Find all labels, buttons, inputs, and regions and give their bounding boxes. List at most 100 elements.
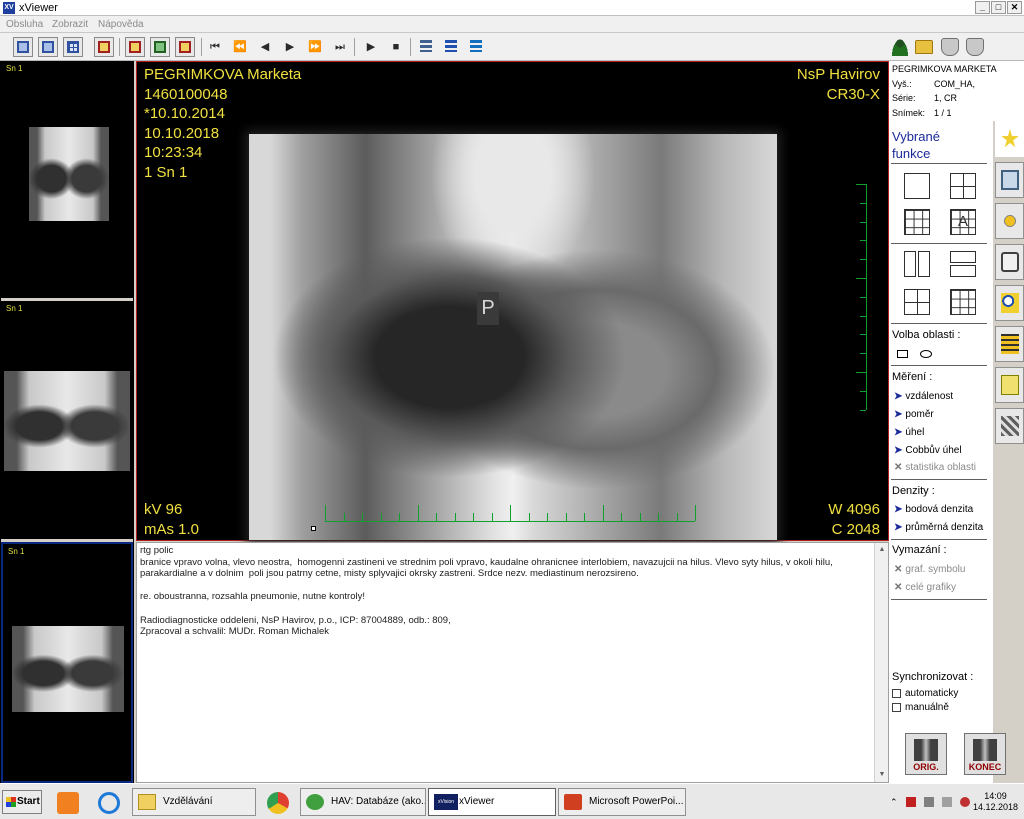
user-icon[interactable]: [891, 38, 909, 56]
measure-angle[interactable]: ➤ úhel: [894, 426, 924, 439]
prev-fast-icon[interactable]: ⏪: [232, 39, 248, 55]
clock[interactable]: 14:09 14.12.2018: [973, 791, 1018, 813]
tab-cine[interactable]: [995, 326, 1024, 362]
scroll-up-icon[interactable]: ▲: [877, 545, 887, 555]
tab-annotate[interactable]: [995, 367, 1024, 403]
layout-3-button[interactable]: [175, 37, 195, 57]
image-viewer[interactable]: P PEGRIMKOVA Marketa 1460100048 *10.10.2…: [136, 61, 889, 541]
start-button[interactable]: Start: [2, 790, 42, 814]
layout-col-left-button[interactable]: [904, 251, 916, 277]
tab-rotate[interactable]: [995, 244, 1024, 280]
density-average[interactable]: ➤ průměrná denzita: [894, 521, 983, 534]
stack-3-button[interactable]: [467, 37, 487, 57]
media-player-icon[interactable]: [57, 792, 79, 814]
sync-manual-checkbox[interactable]: [892, 703, 901, 712]
internet-explorer-icon[interactable]: [98, 792, 120, 814]
layout-2-button[interactable]: [150, 37, 170, 57]
volume-icon[interactable]: [942, 797, 952, 807]
tab-layout[interactable]: [995, 162, 1024, 198]
layout-1-button[interactable]: [125, 37, 145, 57]
folder-icon: [138, 794, 156, 810]
layout-2x2-alt-button[interactable]: [904, 289, 930, 315]
report-text[interactable]: rtg polic branice vpravo volna, vlevo ne…: [140, 545, 870, 638]
task-database[interactable]: HAV: Databáze (ako...: [300, 788, 426, 816]
thumbnail-label: Sn 1: [8, 547, 25, 556]
scale-tick: [860, 296, 866, 298]
density-point[interactable]: ➤ bodová denzita: [894, 503, 973, 516]
thumbnail-3-selected[interactable]: Sn 1: [1, 542, 133, 783]
layout-text-button[interactable]: A: [950, 209, 976, 235]
task-vzdelavani[interactable]: Vzdělávání: [132, 788, 256, 816]
report-edit-button[interactable]: [63, 37, 83, 57]
measure-cobb-angle[interactable]: ➤ Cobbův úhel: [894, 444, 962, 457]
first-image-icon[interactable]: ⏮: [207, 39, 223, 55]
menu-obsluha[interactable]: Obsluha: [6, 18, 43, 31]
flag-icon[interactable]: [960, 797, 970, 807]
layout-3x3-alt-button[interactable]: [950, 289, 976, 315]
last-image-icon[interactable]: ⏭: [332, 39, 348, 55]
scale-tick: [639, 513, 641, 521]
menu-zobrazit[interactable]: Zobrazit: [52, 18, 88, 31]
measure-distance[interactable]: ➤ vzdálenost: [894, 390, 953, 403]
report-panel[interactable]: rtg polic branice vpravo volna, vlevo ne…: [136, 542, 889, 783]
menu-napoveda[interactable]: Nápověda: [98, 18, 144, 31]
security-icon[interactable]: [941, 38, 959, 56]
tray-expand-icon[interactable]: ⌃: [890, 797, 900, 807]
scale-tick: [417, 505, 419, 521]
thumbnail-2[interactable]: Sn 1: [1, 301, 133, 538]
exit-button[interactable]: KONEC: [964, 733, 1006, 775]
close-button[interactable]: ✕: [1007, 1, 1022, 14]
arrow-icon: ➤: [894, 409, 903, 420]
layout-row-top-button[interactable]: [950, 251, 976, 263]
layout-col-right-button[interactable]: [918, 251, 930, 277]
layout-single-button[interactable]: [904, 173, 930, 199]
task-xviewer[interactable]: xVision xViewer: [428, 788, 556, 816]
tab-favorites[interactable]: [995, 121, 1024, 157]
rectangle-region-icon[interactable]: [897, 350, 908, 358]
thumbnail-1[interactable]: Sn 1: [1, 61, 133, 297]
resize-handle[interactable]: [311, 526, 316, 531]
security-alt-icon[interactable]: [966, 38, 984, 56]
next-fast-icon[interactable]: ⏩: [307, 39, 323, 55]
divider: [891, 163, 987, 164]
prev-image-icon[interactable]: ◀: [257, 39, 273, 55]
stack-2-button[interactable]: [442, 37, 462, 57]
minimize-button[interactable]: _: [975, 1, 990, 14]
play-icon[interactable]: ▶: [363, 39, 379, 55]
stop-icon[interactable]: ■: [388, 39, 404, 55]
layout-row-bottom-button[interactable]: [950, 265, 976, 277]
security-tray-icon[interactable]: [924, 797, 934, 807]
series-button[interactable]: [38, 37, 58, 57]
network-icon[interactable]: [906, 797, 916, 807]
report-scrollbar[interactable]: ▲ ▼: [874, 543, 888, 782]
menu-bar: Obsluha Zobrazit Nápověda: [0, 16, 1024, 33]
windows-logo-icon: [6, 797, 16, 807]
cross-icon: ✕: [894, 582, 903, 593]
info-label: Snímek:: [892, 107, 926, 118]
task-powerpoint[interactable]: Microsoft PowerPoi...: [558, 788, 686, 816]
scroll-down-icon[interactable]: ▼: [877, 770, 887, 780]
toolbar: ⏮ ⏪ ◀ ▶ ⏩ ⏭ ▶ ■: [0, 33, 1024, 61]
open-study-button[interactable]: [13, 37, 33, 57]
function-tabs: [993, 121, 1024, 783]
import-button[interactable]: [94, 37, 114, 57]
sync-auto-checkbox[interactable]: [892, 689, 901, 698]
info-row: Vyš.: COM_HA,: [892, 77, 1022, 92]
tab-brightness[interactable]: [995, 203, 1024, 239]
next-image-icon[interactable]: ▶: [282, 39, 298, 55]
ellipse-region-icon[interactable]: [920, 350, 932, 358]
layout-2x2-button[interactable]: [950, 173, 976, 199]
measure-ratio[interactable]: ➤ poměr: [894, 408, 934, 421]
maximize-button[interactable]: □: [991, 1, 1006, 14]
stack-1-button[interactable]: [417, 37, 437, 57]
stack-icon: [470, 40, 482, 52]
tab-zoom[interactable]: [995, 285, 1024, 321]
xray-image[interactable]: P: [249, 134, 777, 540]
layout-3x3-button[interactable]: [904, 209, 930, 235]
chrome-icon[interactable]: [267, 792, 289, 814]
right-panel: PEGRIMKOVA MARKETA Vyš.: COM_HA, Série: 1,…: [889, 61, 1024, 783]
folder-icon[interactable]: [915, 40, 933, 54]
tab-tools[interactable]: [995, 408, 1024, 444]
original-button[interactable]: ORIG.: [905, 733, 947, 775]
vertical-scale: [855, 184, 867, 411]
